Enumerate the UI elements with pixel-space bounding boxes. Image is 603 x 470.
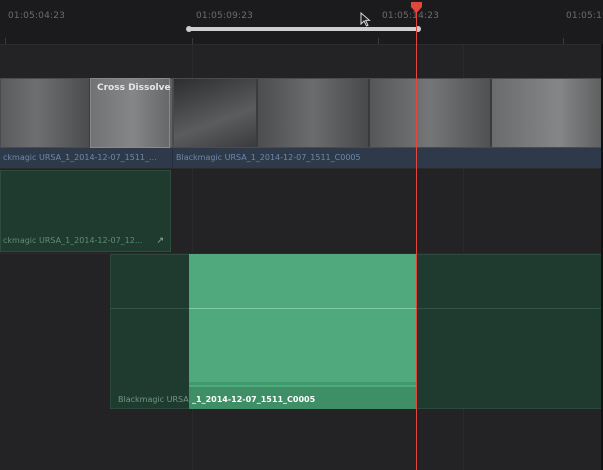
zoom-range-bar[interactable] xyxy=(186,26,421,32)
clip-thumbnail xyxy=(370,79,490,147)
audio-clip-b-name-selected: _1_2014-12-07_1511_C0005 xyxy=(192,395,316,404)
audio-clip-selected-range[interactable] xyxy=(189,254,416,409)
clip-thumbnail xyxy=(174,79,256,147)
cross-dissolve-transition[interactable]: Cross Dissolve xyxy=(90,78,171,148)
ruler-tick xyxy=(563,38,564,44)
audio-clip-a-name: ckmagic URSA_1_2014-12-07_12... xyxy=(3,236,143,245)
ruler-tick xyxy=(378,38,379,44)
playhead-handle-icon[interactable] xyxy=(411,2,422,13)
track-divider xyxy=(0,168,603,169)
transition-label: Cross Dissolve xyxy=(97,83,171,93)
ruler-timecode: 01:05:04:23 xyxy=(8,11,66,21)
video-clip-b-name: Blackmagic URSA_1_2014-12-07_1511_C0005 xyxy=(173,148,603,168)
audio-clip-a[interactable]: ckmagic URSA_1_2014-12-07_12... ↗ xyxy=(0,170,171,252)
volume-line xyxy=(189,308,416,309)
video-clip-b[interactable] xyxy=(173,78,603,148)
timeline-panel[interactable]: 01:05:04:23 01:05:09:23 01:05:14:23 01:0… xyxy=(0,0,603,470)
playhead-line[interactable] xyxy=(416,6,417,470)
volume-line xyxy=(110,308,189,309)
video-clip-a-name: ckmagic URSA_1_2014-12-07_1511_... xyxy=(0,148,173,168)
clip-thumbnail xyxy=(258,79,368,147)
clip-thumbnail xyxy=(492,79,602,147)
timeline-ruler[interactable]: 01:05:04:23 01:05:09:23 01:05:14:23 01:0… xyxy=(0,0,603,45)
ruler-timecode: 01:05:19 xyxy=(566,11,603,21)
clip-thumbnail xyxy=(1,79,89,147)
volume-line xyxy=(416,308,603,309)
audio-waveform xyxy=(189,382,416,385)
audio-clip-b-name: Blackmagic URSA xyxy=(118,395,189,404)
fade-handle-icon[interactable]: ↗ xyxy=(156,236,164,246)
ruler-tick xyxy=(5,38,6,44)
ruler-timecode: 01:05:09:23 xyxy=(196,11,254,21)
mouse-pointer-icon xyxy=(360,12,371,27)
